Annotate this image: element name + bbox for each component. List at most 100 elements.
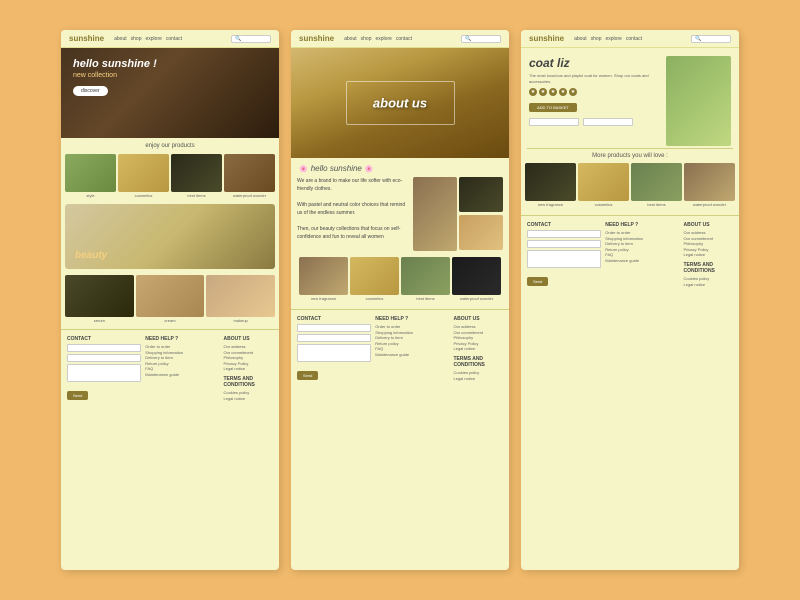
- footer-help-title: NEED HELP ?: [605, 222, 679, 228]
- product-item[interactable]: makeup: [206, 275, 275, 323]
- product-label: best items: [401, 296, 450, 301]
- contact-email-input[interactable]: [297, 334, 371, 342]
- search-input[interactable]: 🔍: [691, 35, 731, 43]
- product-item[interactable]: best items: [401, 257, 450, 301]
- product-item[interactable]: cosmetics: [578, 163, 629, 207]
- footer-contact-title: CONTACT: [297, 316, 371, 322]
- contact-name-input[interactable]: [527, 230, 601, 238]
- footer-terms-links: Cookies policyLegal notice: [454, 370, 504, 381]
- footer-terms-title: TERMS AND CONDITIONS: [224, 376, 274, 388]
- send-button[interactable]: Send: [67, 391, 88, 400]
- nav-about[interactable]: about: [114, 36, 127, 42]
- nav-shop[interactable]: shop: [361, 36, 372, 42]
- product-item[interactable]: waterproof wonder: [452, 257, 501, 301]
- nav-contact[interactable]: contact: [626, 36, 642, 42]
- product-item[interactable]: serum: [65, 275, 134, 323]
- logo: sunshine: [69, 34, 104, 43]
- footer-help-title: NEED HELP ?: [375, 316, 449, 322]
- quantity-input[interactable]: [583, 118, 633, 126]
- product-label: cosmetics: [350, 296, 399, 301]
- about-img-1: [459, 177, 503, 212]
- product-thumb: [136, 275, 205, 317]
- footer-about-links: Our addressOur commitmentPhilosophyPriva…: [224, 344, 274, 372]
- contact-email-input[interactable]: [67, 354, 141, 362]
- product-rating: ★ ★ ★ ★ ★: [529, 88, 658, 96]
- product-thumb: [684, 163, 735, 201]
- contact-name-input[interactable]: [67, 344, 141, 352]
- product-title: coat liz: [529, 56, 658, 70]
- product-grid: new fragrance cosmetics best items water…: [295, 255, 505, 303]
- footer-contact: CONTACT Send: [527, 222, 601, 288]
- footer: CONTACT Send NEED HELP ? Order to orderS…: [291, 309, 509, 386]
- hello-emoji: 🌸: [299, 165, 308, 173]
- search-input[interactable]: 🔍: [461, 35, 501, 43]
- star-2: ★: [539, 88, 547, 96]
- discover-button[interactable]: discover: [73, 86, 108, 96]
- nav-bar: sunshine about shop explore contact 🔍: [291, 30, 509, 48]
- product-label: best items: [631, 202, 682, 207]
- footer-about: ABOUT US Our addressOur commitmentPhilos…: [224, 336, 274, 402]
- product-item[interactable]: new fragrance: [525, 163, 576, 207]
- contact-message-input[interactable]: [527, 250, 601, 268]
- products-section-title: enjoy our products: [61, 138, 279, 152]
- about-image-grid: [413, 177, 503, 251]
- product-thumb: [65, 275, 134, 317]
- nav-contact[interactable]: contact: [396, 36, 412, 42]
- search-input[interactable]: 🔍: [231, 35, 271, 43]
- contact-message-input[interactable]: [297, 344, 371, 362]
- nav-contact[interactable]: contact: [166, 36, 182, 42]
- footer-grid: CONTACT Send NEED HELP ? Order to orderS…: [527, 222, 733, 288]
- footer-contact: CONTACT Send: [297, 316, 371, 382]
- about-img-tall: [413, 177, 457, 251]
- footer-about-title: ABOUT US: [454, 316, 504, 322]
- nav-explore[interactable]: explore: [605, 36, 621, 42]
- nav-about[interactable]: about: [574, 36, 587, 42]
- product-item[interactable]: new fragrance: [299, 257, 348, 301]
- footer-about: ABOUT US Our addressOur commitmentPhilos…: [684, 222, 734, 288]
- product-item[interactable]: best items: [171, 154, 222, 198]
- star-1: ★: [529, 88, 537, 96]
- product-label: cosmetics: [578, 202, 629, 207]
- footer-terms-title: TERMS AND CONDITIONS: [684, 262, 734, 274]
- nav-links: about shop explore contact: [114, 36, 182, 42]
- product-thumb: [65, 154, 116, 192]
- page-home: sunshine about shop explore contact 🔍 he…: [61, 30, 279, 570]
- product-label: waterproof wonder: [224, 193, 275, 198]
- nav-shop[interactable]: shop: [591, 36, 602, 42]
- product-label: best items: [171, 193, 222, 198]
- nav-explore[interactable]: explore: [375, 36, 391, 42]
- product-item[interactable]: style: [65, 154, 116, 198]
- product-item[interactable]: waterproof wonder: [224, 154, 275, 198]
- send-button[interactable]: Send: [297, 371, 318, 380]
- contact-message-input[interactable]: [67, 364, 141, 382]
- add-to-basket-button[interactable]: ADD TO BASKET: [529, 103, 577, 112]
- product-label: new fragrance: [299, 296, 348, 301]
- about-layout: We are a brand to make our life softer w…: [291, 177, 509, 255]
- product-label: waterproof wonder: [684, 202, 735, 207]
- size-select[interactable]: [529, 118, 579, 126]
- product-item[interactable]: cosmetics: [118, 154, 169, 198]
- contact-email-input[interactable]: [527, 240, 601, 248]
- footer-terms-links: Cookies policyLegal notice: [224, 390, 274, 401]
- footer-about-links: Our addressOur commitmentPhilosophyPriva…: [454, 324, 504, 352]
- nav-about[interactable]: about: [344, 36, 357, 42]
- nav-shop[interactable]: shop: [131, 36, 142, 42]
- product-item[interactable]: waterproof wonder: [684, 163, 735, 207]
- hero-text: hello sunshine ! new collection discover: [73, 58, 157, 97]
- product-item[interactable]: cream: [136, 275, 205, 323]
- footer-grid: CONTACT Send NEED HELP ? Order to orderS…: [67, 336, 273, 402]
- product-image: [666, 56, 731, 146]
- product-description: The most luxurious and playful coat for …: [529, 73, 658, 84]
- nav-explore[interactable]: explore: [145, 36, 161, 42]
- contact-name-input[interactable]: [297, 324, 371, 332]
- beauty-banner[interactable]: beauty: [65, 204, 275, 269]
- product-thumb: [452, 257, 501, 295]
- footer-help-links: Order to orderShopping informationDelive…: [605, 230, 679, 264]
- hello-title: hello sunshine: [311, 164, 362, 173]
- product-item[interactable]: best items: [631, 163, 682, 207]
- product-item[interactable]: cosmetics: [350, 257, 399, 301]
- product-label: makeup: [206, 318, 275, 323]
- footer: CONTACT Send NEED HELP ? Order to orderS…: [61, 329, 279, 406]
- nav-links: about shop explore contact: [344, 36, 412, 42]
- send-button[interactable]: Send: [527, 277, 548, 286]
